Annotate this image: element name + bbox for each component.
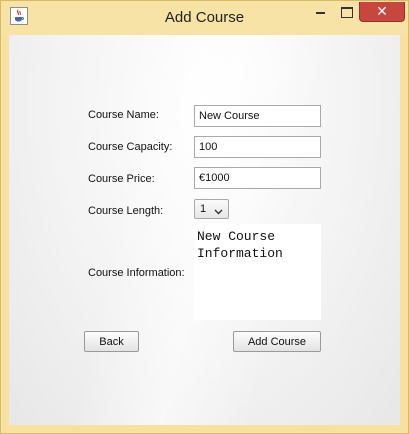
course-price-input[interactable] <box>194 167 321 189</box>
course-name-label: Course Name: <box>88 109 159 121</box>
course-name-input[interactable] <box>194 105 321 127</box>
course-information-label: Course Information: <box>88 267 185 279</box>
chevron-down-icon <box>214 206 223 218</box>
course-length-select[interactable]: 1 <box>194 199 229 219</box>
back-button[interactable]: Back <box>84 331 139 352</box>
course-length-value: 1 <box>200 203 207 215</box>
course-capacity-input[interactable] <box>194 136 321 158</box>
course-information-textarea[interactable]: New Course Information <box>194 224 321 320</box>
add-course-button[interactable]: Add Course <box>233 331 321 352</box>
maximize-icon <box>341 7 353 18</box>
minimize-button[interactable] <box>307 2 333 22</box>
close-button[interactable]: ✕ <box>359 2 405 22</box>
form-panel: Course Name: Course Capacity: Course Pri… <box>9 35 400 425</box>
course-price-label: Course Price: <box>88 173 155 185</box>
add-course-window: Add Course ✕ Course Name: Course Capacit… <box>0 0 409 434</box>
minimize-icon <box>316 12 325 14</box>
course-length-label: Course Length: <box>88 205 164 217</box>
course-capacity-label: Course Capacity: <box>88 141 173 153</box>
maximize-button[interactable] <box>333 2 359 22</box>
title-bar[interactable]: Add Course ✕ <box>1 1 408 35</box>
close-icon: ✕ <box>376 3 388 19</box>
